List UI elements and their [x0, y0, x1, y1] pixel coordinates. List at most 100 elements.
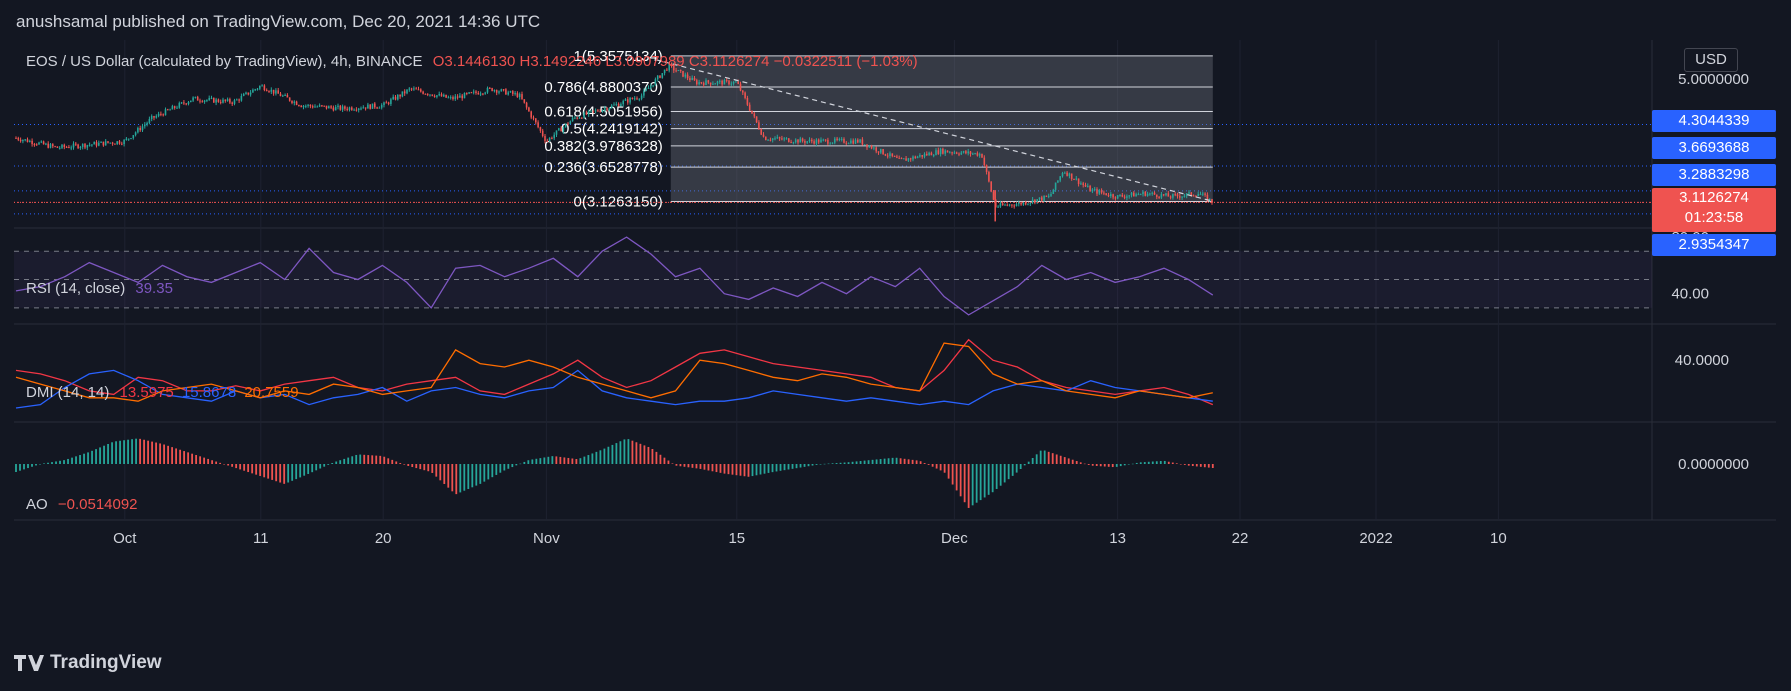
ao-bar	[1123, 464, 1126, 466]
ao-bar	[803, 464, 806, 467]
candle-body	[620, 104, 622, 107]
ao-bar	[787, 464, 790, 470]
ao-title: AO	[26, 496, 48, 513]
ao-bar	[623, 439, 626, 464]
candle-body	[88, 144, 91, 146]
ao-bar	[279, 464, 282, 483]
ao-bar	[435, 464, 438, 477]
ao-bar	[223, 464, 226, 465]
candle-body	[978, 153, 981, 156]
ao-bar	[987, 464, 990, 495]
candle-body	[1008, 204, 1011, 206]
ao-bar	[767, 464, 770, 473]
candle-body	[95, 142, 98, 146]
candle-body	[426, 93, 429, 95]
candle-body	[171, 106, 174, 110]
ao-bar	[1195, 464, 1198, 467]
candle-body	[939, 148, 942, 155]
ao-bar	[915, 460, 918, 464]
candle-body	[208, 98, 210, 100]
ao-bar	[511, 464, 514, 468]
candle-body	[965, 151, 967, 154]
ao-bar	[267, 464, 270, 479]
candle-body	[187, 102, 190, 105]
ao-bar	[527, 460, 530, 464]
ao-bar	[1119, 464, 1122, 467]
candle-body	[213, 97, 215, 103]
candle-body	[277, 90, 279, 94]
price-tag-3: 3.2883298	[1652, 164, 1776, 186]
ao-bar	[1075, 461, 1078, 464]
ao-tick-label: 0.0000000	[1678, 456, 1749, 473]
candle-body	[1174, 194, 1176, 196]
ao-bar	[587, 455, 590, 464]
candle-body	[185, 103, 187, 105]
ao-bar	[15, 464, 17, 472]
candle-body	[1149, 193, 1151, 195]
time-tick-label: Oct	[113, 530, 137, 547]
candle-body	[403, 91, 406, 94]
ao-bar	[1175, 463, 1178, 464]
candle-body	[19, 139, 22, 142]
ao-bar	[959, 464, 962, 497]
candle-body	[953, 152, 956, 154]
ao-bar	[619, 441, 622, 464]
candle-body	[574, 117, 576, 119]
candle-body	[946, 150, 949, 153]
ao-bar	[375, 455, 378, 464]
candle-body	[293, 101, 296, 103]
candle-body	[822, 139, 825, 141]
ao-bar	[963, 464, 966, 503]
candle-body	[617, 103, 620, 107]
candle-body	[1038, 197, 1041, 200]
candle-body	[111, 142, 114, 144]
candle-body	[323, 105, 325, 107]
ao-bar	[499, 464, 502, 473]
candle-body	[445, 94, 447, 98]
candle-body	[263, 85, 266, 91]
ao-bar	[395, 461, 398, 464]
ao-bar	[771, 464, 774, 473]
candle-body	[601, 109, 604, 112]
ao-bar	[739, 464, 742, 476]
ao-bar	[627, 439, 630, 464]
ao-bar	[735, 464, 738, 476]
ao-bar	[871, 459, 874, 464]
candle-body	[1096, 189, 1098, 194]
ao-bar	[879, 459, 882, 464]
ao-bar	[131, 439, 133, 464]
ao-bar	[287, 464, 290, 483]
candle-body	[532, 117, 535, 119]
candle-body	[817, 139, 820, 143]
ao-bar	[459, 464, 462, 493]
chart-svg[interactable]: Oct 11 20 Nov 15 Dec 13 22 2022 101(5.3575134)0.7…	[14, 40, 1776, 632]
candle-body	[369, 104, 371, 109]
candle-body	[270, 89, 273, 92]
candle-body	[882, 149, 884, 155]
candle-body	[383, 102, 385, 106]
ao-bar	[491, 464, 494, 478]
candle-body	[162, 114, 164, 116]
candle-body	[436, 95, 438, 97]
ao-bar	[343, 458, 346, 464]
time-tick-label: Dec	[941, 530, 968, 547]
ao-bar	[1199, 464, 1202, 467]
candle-body	[1066, 172, 1068, 176]
ao-bar	[955, 464, 958, 491]
candle-body	[397, 94, 399, 100]
ao-bar	[1151, 461, 1154, 464]
candle-body	[355, 109, 358, 111]
ao-bar	[583, 456, 586, 464]
candle-body	[728, 80, 730, 85]
fibonacci-label: 0(3.1263150)	[574, 193, 663, 210]
ao-bar	[747, 464, 750, 477]
ao-bar	[579, 458, 582, 464]
ao-bar	[635, 442, 638, 464]
currency-selector[interactable]: USD	[1684, 48, 1738, 72]
candle-body	[1098, 190, 1101, 194]
candle-body	[203, 100, 206, 102]
candle-body	[1160, 194, 1163, 198]
ao-bar	[911, 459, 914, 464]
ao-bar	[483, 464, 486, 482]
candle-body	[346, 108, 348, 110]
